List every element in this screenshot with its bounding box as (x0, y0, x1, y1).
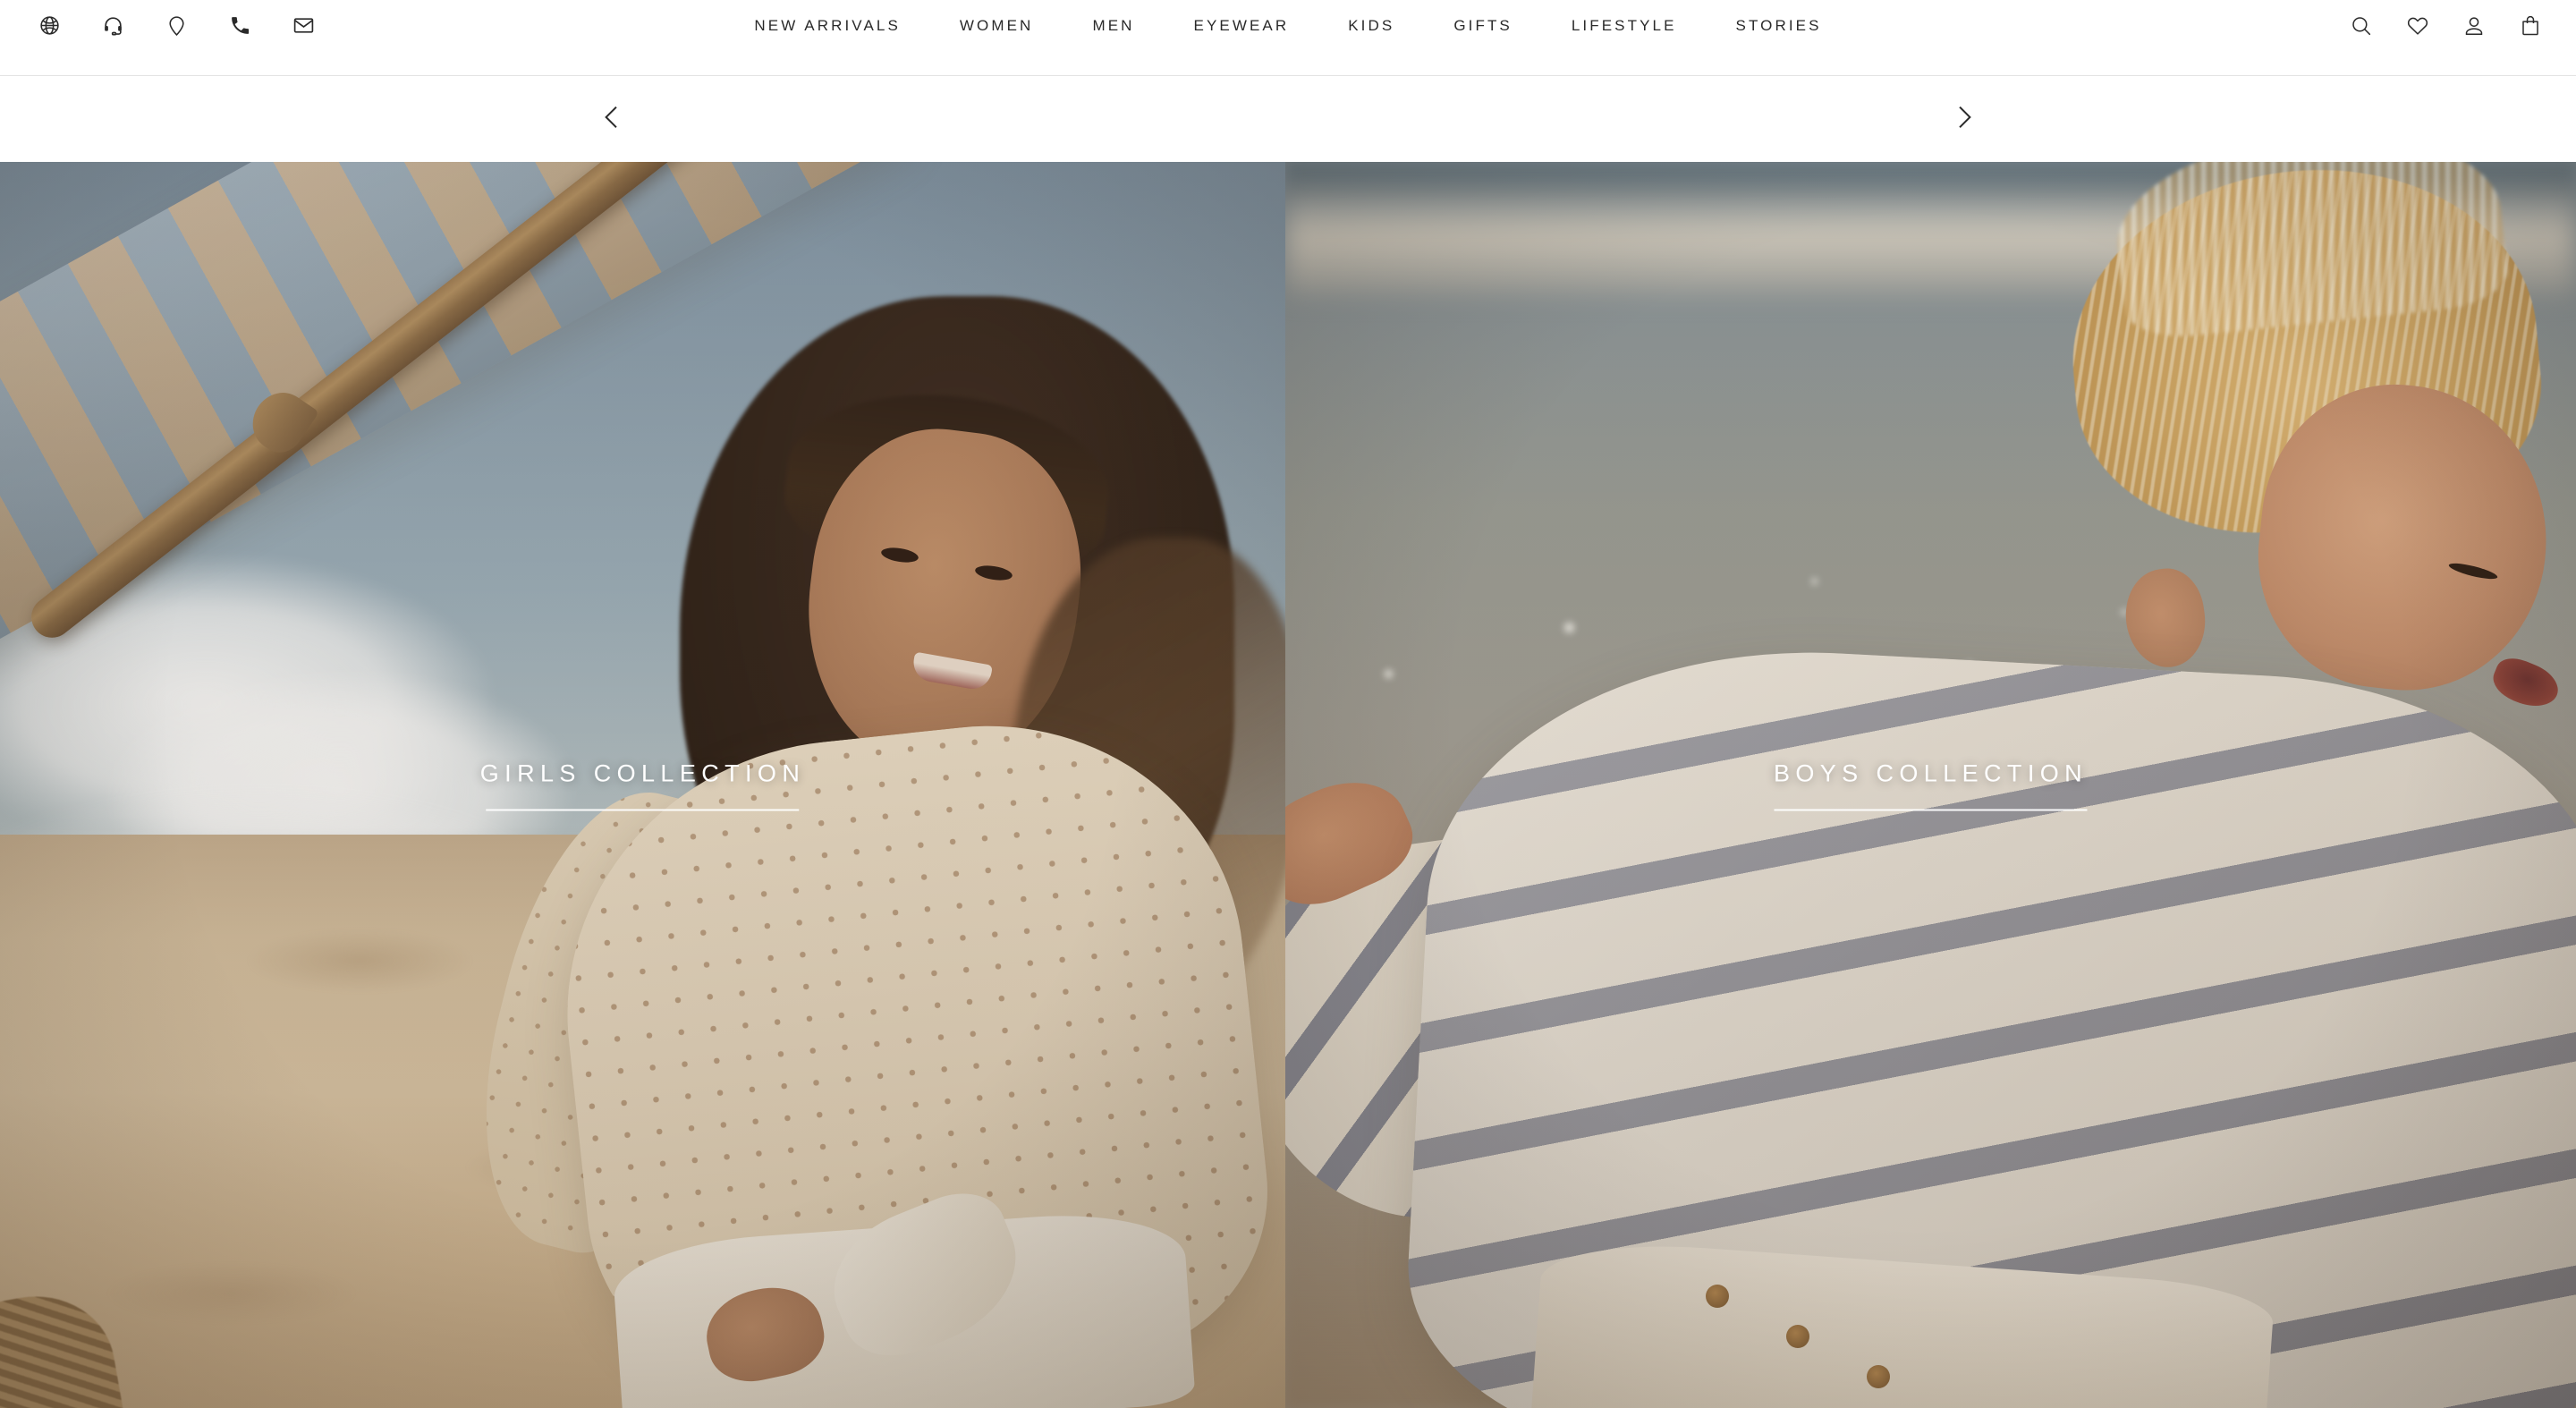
nav-item-kids[interactable]: KIDS (1318, 17, 1424, 35)
main-navigation: NEW ARRIVALS WOMEN MEN EYEWEAR KIDS GIFT… (0, 0, 2576, 76)
heart-icon[interactable] (2404, 13, 2431, 39)
nav-item-new-arrivals[interactable]: NEW ARRIVALS (724, 17, 929, 35)
bag-icon[interactable] (2517, 13, 2544, 39)
carousel-prev-button[interactable] (589, 96, 635, 142)
nav-item-stories[interactable]: STORIES (1707, 17, 1852, 35)
chevron-left-icon (597, 102, 627, 137)
nav-item-eyewear[interactable]: EYEWEAR (1165, 17, 1319, 35)
hero-panel-boys[interactable]: BOYS COLLECTION (1285, 162, 2576, 1408)
action-icon-group (2348, 0, 2544, 76)
account-icon[interactable] (2461, 13, 2487, 39)
carousel-controls (0, 76, 2576, 162)
nav-item-women[interactable]: WOMEN (930, 17, 1063, 35)
nav-item-gifts[interactable]: GIFTS (1424, 17, 1542, 35)
site-header: NEW ARRIVALS WOMEN MEN EYEWEAR KIDS GIFT… (0, 0, 2576, 76)
nav-item-men[interactable]: MEN (1063, 17, 1164, 35)
chevron-right-icon (1949, 102, 1979, 137)
search-icon[interactable] (2348, 13, 2375, 39)
hero-collection-banner: GIRLS COLLECTION BOYS COLLECTION (0, 162, 2576, 1408)
girls-collection-image (0, 162, 1285, 1408)
hero-panel-girls[interactable]: GIRLS COLLECTION (0, 162, 1285, 1408)
boys-collection-image (1285, 162, 2576, 1408)
carousel-next-button[interactable] (1941, 96, 1987, 142)
nav-item-lifestyle[interactable]: LIFESTYLE (1542, 17, 1707, 35)
